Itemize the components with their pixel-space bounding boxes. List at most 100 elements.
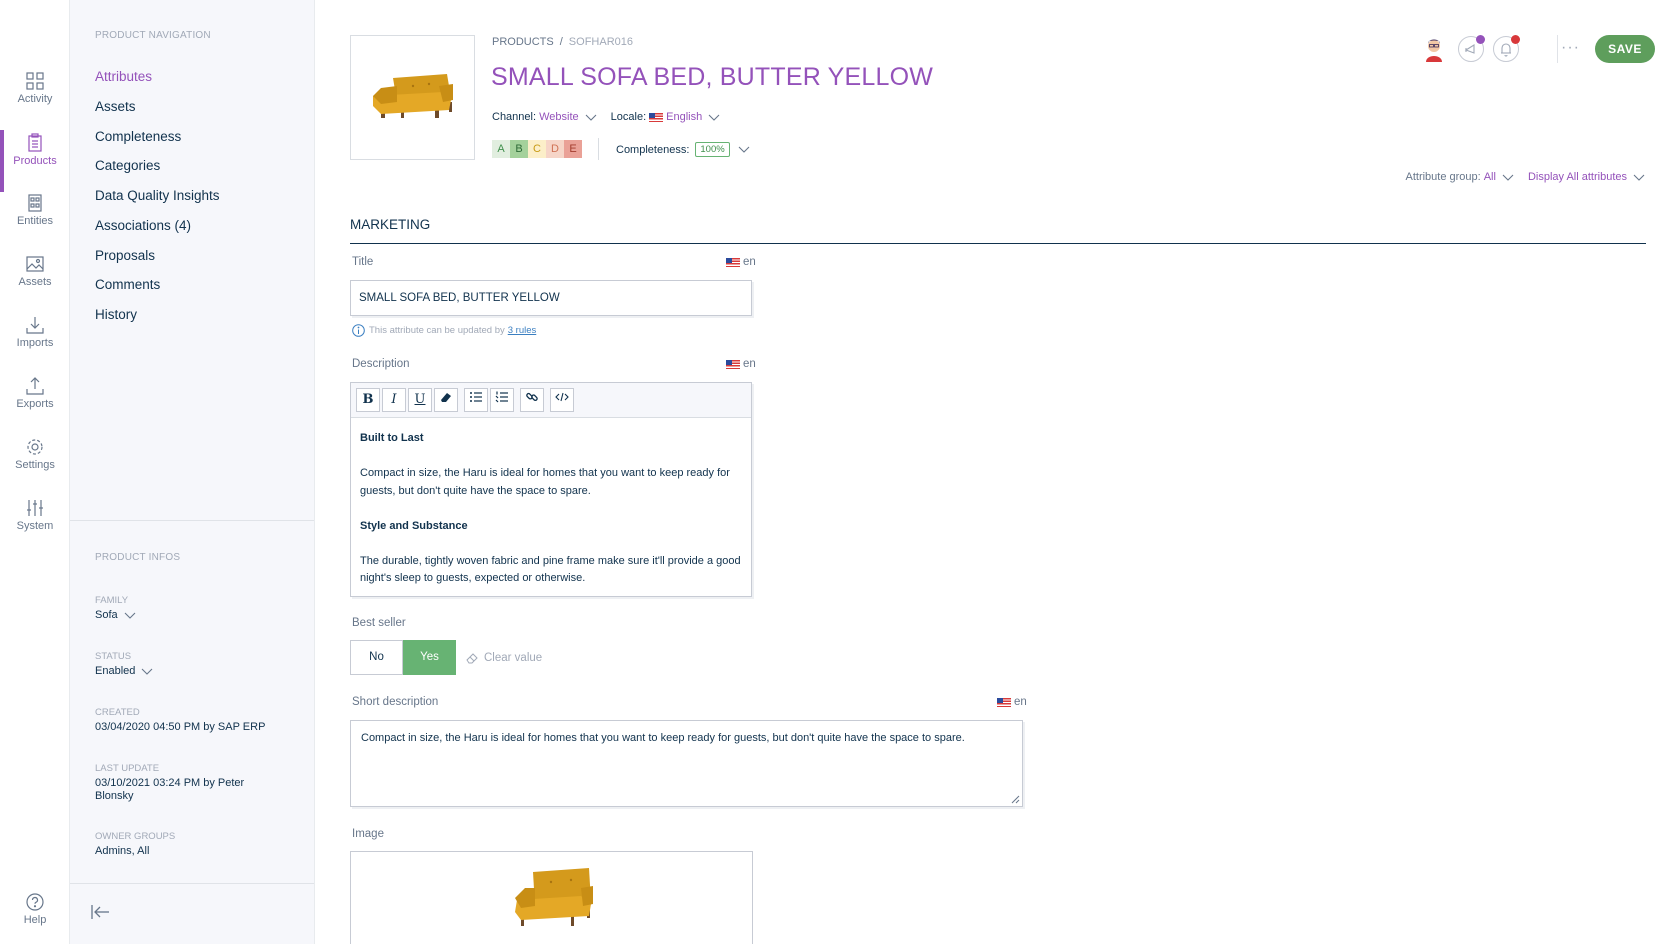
help-button[interactable]: Help [0, 893, 70, 926]
family-value: Sofa [95, 609, 118, 621]
last-update-label: LAST UPDATE [95, 763, 160, 774]
locale-code: en [743, 256, 756, 268]
us-flag-icon [997, 697, 1011, 707]
avatar-icon [1426, 39, 1442, 62]
image-upload-field[interactable] [350, 851, 753, 944]
product-thumbnail[interactable] [350, 35, 475, 160]
description-paragraph: Compact in size, the Haru is ideal for h… [360, 467, 730, 497]
announcements-button[interactable] [1458, 35, 1485, 62]
nav-imports[interactable]: Imports [0, 316, 70, 376]
grade-b: B [510, 140, 528, 158]
main-navigation: Activity Products Entities Assets Import… [0, 0, 70, 944]
description-content[interactable]: Built to Last Compact in size, the Haru … [351, 418, 751, 617]
locale-value[interactable]: English [666, 111, 702, 123]
nav-exports[interactable]: Exports [0, 377, 70, 437]
product-nav-categories[interactable]: Categories [95, 158, 160, 173]
title-input[interactable]: SMALL SOFA BED, BUTTER YELLOW [350, 280, 752, 316]
product-nav-attributes[interactable]: Attributes [95, 69, 152, 84]
rules-hint: This attribute can be updated by 3 rules [352, 324, 536, 337]
rules-hint-text: This attribute can be updated by [369, 325, 505, 336]
product-nav-comments[interactable]: Comments [95, 277, 160, 292]
best-seller-toggle: No Yes [350, 640, 456, 675]
family-selector[interactable]: Sofa [95, 609, 285, 622]
numbered-list-icon [495, 391, 508, 403]
gear-icon [27, 439, 43, 455]
display-attributes-filter[interactable]: Display All attributes [1528, 171, 1627, 183]
breadcrumb-separator: / [559, 36, 563, 48]
italic-button[interactable]: I [382, 388, 406, 412]
link-icon [526, 392, 538, 402]
more-actions-button[interactable]: ··· [1561, 39, 1580, 57]
context-switchers: Channel: Website Locale: English [492, 111, 734, 123]
status-selector[interactable]: Enabled [95, 665, 285, 678]
bullet-list-button[interactable] [464, 388, 488, 412]
bold-button[interactable]: B [356, 388, 380, 412]
channel-value[interactable]: Website [539, 111, 579, 123]
locale-label: Locale: [610, 111, 647, 123]
chevron-down-icon[interactable] [585, 114, 597, 121]
nav-assets[interactable]: Assets [0, 255, 70, 315]
short-description-locale: en [994, 696, 1027, 708]
sofa-image [515, 868, 593, 926]
actions-separator [1557, 35, 1558, 63]
chevron-down-icon [141, 668, 153, 675]
product-infos-title: PRODUCT INFOS [95, 552, 181, 563]
product-nav-data-quality[interactable]: Data Quality Insights [95, 188, 220, 203]
nav-entities[interactable]: Entities [0, 194, 70, 254]
short-description-label: Short description [352, 696, 439, 708]
data-quality-grades: A B C D E [492, 140, 582, 158]
short-description-textarea[interactable]: Compact in size, the Haru is ideal for h… [350, 720, 1023, 807]
best-seller-no[interactable]: No [350, 640, 403, 675]
code-view-button[interactable] [550, 388, 574, 412]
nav-system[interactable]: System [0, 499, 70, 559]
us-flag-icon [649, 112, 664, 122]
info-icon [352, 324, 365, 337]
rules-link[interactable]: 3 rules [508, 325, 537, 336]
save-button[interactable]: SAVE [1595, 35, 1655, 63]
nav-activity[interactable]: Activity [0, 72, 70, 132]
last-update-value: 03/10/2021 03:24 PM by Peter Blonsky [95, 777, 245, 802]
notifications-button[interactable] [1493, 35, 1520, 62]
bullet-list-icon [470, 392, 482, 402]
product-nav-completeness[interactable]: Completeness [95, 129, 181, 144]
completeness-selector[interactable]: Completeness: 100% [616, 142, 750, 157]
nav-imports-label: Imports [16, 337, 54, 349]
clear-format-button[interactable] [434, 388, 458, 412]
notification-dot [1511, 35, 1520, 44]
locale-code: en [1014, 696, 1027, 708]
nav-products[interactable]: Products [0, 130, 70, 193]
status-value: Enabled [95, 665, 136, 677]
grade-d: D [546, 140, 564, 158]
breadcrumb-products[interactable]: PRODUCTS [492, 36, 554, 48]
code-icon [555, 392, 569, 402]
nav-entities-label: Entities [16, 215, 54, 227]
product-nav-assets[interactable]: Assets [95, 99, 136, 114]
sliders-icon [27, 500, 43, 516]
chevron-down-icon[interactable] [708, 114, 720, 121]
best-seller-label: Best seller [352, 617, 406, 629]
chevron-down-icon[interactable] [1633, 174, 1645, 181]
description-paragraph: Style and Substance [360, 519, 468, 532]
attribute-group-value[interactable]: All [1484, 171, 1496, 183]
resize-grip-icon[interactable] [1011, 795, 1020, 804]
nav-settings[interactable]: Settings [0, 438, 70, 498]
description-paragraph: Built to Last [360, 432, 424, 444]
best-seller-yes[interactable]: Yes [403, 640, 456, 675]
underline-button[interactable]: U [408, 388, 432, 412]
chevron-down-icon[interactable] [1502, 174, 1514, 181]
numbered-list-button[interactable] [490, 388, 514, 412]
product-nav-associations[interactable]: Associations (4) [95, 218, 191, 233]
grade-a: A [492, 140, 510, 158]
editor-toolbar: B I U [351, 383, 751, 418]
collapse-panel-button[interactable] [90, 904, 110, 925]
product-nav-history[interactable]: History [95, 307, 137, 322]
product-nav-proposals[interactable]: Proposals [95, 248, 155, 263]
link-button[interactable] [520, 388, 544, 412]
nav-products-label: Products [13, 155, 57, 167]
clear-value-button[interactable]: Clear value [465, 651, 542, 665]
header-actions: ··· SAVE [1420, 33, 1680, 67]
chevron-down-icon [738, 146, 750, 153]
family-label: FAMILY [95, 595, 129, 606]
user-avatar[interactable] [1420, 34, 1448, 62]
panel-divider [70, 520, 314, 521]
